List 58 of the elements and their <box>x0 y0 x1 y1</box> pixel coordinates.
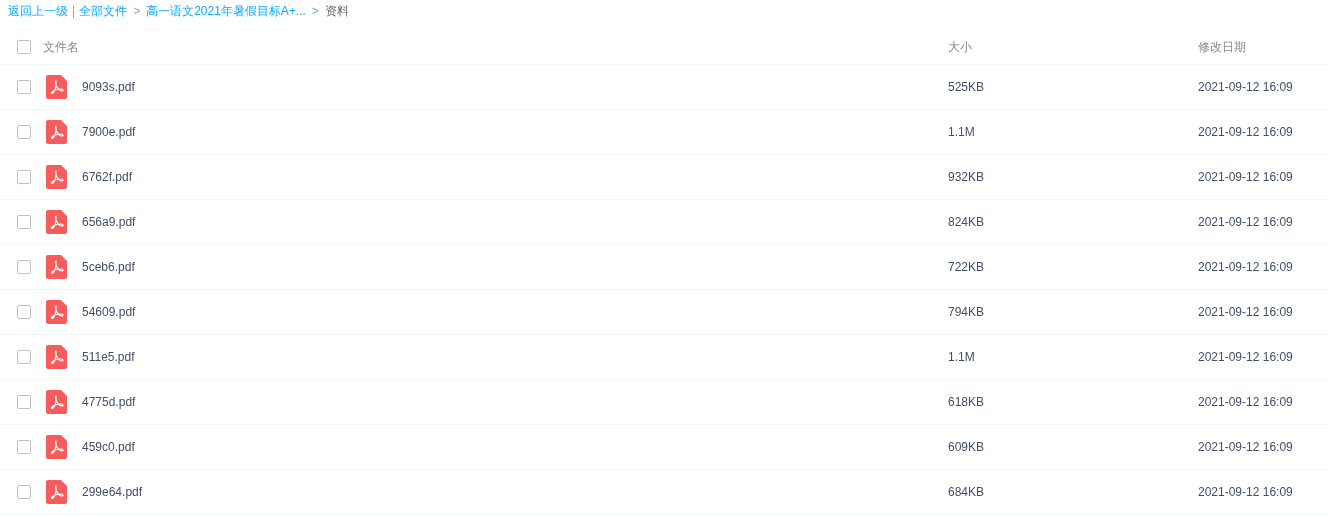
breadcrumb-separator: > <box>311 4 319 18</box>
modified-date: 2021-09-12 16:09 <box>1198 350 1293 364</box>
pdf-file-icon <box>46 165 67 189</box>
pdf-file-icon <box>46 345 67 369</box>
row-checkbox[interactable] <box>17 80 31 94</box>
file-size: 932KB <box>948 170 985 184</box>
file-size: 722KB <box>948 260 985 274</box>
file-size: 618KB <box>948 395 985 409</box>
modified-date: 2021-09-12 16:09 <box>1198 440 1293 454</box>
column-header[interactable]: 文件名 <box>43 38 79 56</box>
file-name[interactable]: 54609.pdf <box>82 305 136 319</box>
file-size: 824KB <box>948 215 985 229</box>
file-size: 525KB <box>948 80 985 94</box>
file-name[interactable]: 656a9.pdf <box>82 215 136 229</box>
file-size: 1.1M <box>948 350 975 364</box>
file-name[interactable]: 511e5.pdf <box>82 350 135 364</box>
modified-date: 2021-09-12 16:09 <box>1198 80 1293 94</box>
modified-date: 2021-09-12 16:09 <box>1198 260 1293 274</box>
row-checkbox[interactable] <box>17 350 31 364</box>
row-checkbox[interactable] <box>17 215 31 229</box>
file-name[interactable]: 6762f.pdf <box>82 170 133 184</box>
file-name[interactable]: 459c0.pdf <box>82 440 135 454</box>
file-size: 684KB <box>948 485 985 499</box>
file-name[interactable]: 7900e.pdf <box>82 125 136 139</box>
pdf-file-icon <box>46 390 67 414</box>
select-all-checkbox[interactable] <box>17 40 31 54</box>
pdf-file-icon <box>46 435 67 459</box>
modified-date: 2021-09-12 16:09 <box>1198 485 1293 499</box>
file-name[interactable]: 4775d.pdf <box>82 395 136 409</box>
file-name[interactable]: 299e64.pdf <box>82 485 143 499</box>
pdf-file-icon <box>46 75 67 99</box>
row-checkbox[interactable] <box>17 395 31 409</box>
row-checkbox[interactable] <box>17 260 31 274</box>
row-checkbox[interactable] <box>17 170 31 184</box>
pdf-file-icon <box>46 480 67 504</box>
pdf-file-icon <box>46 210 67 234</box>
file-name[interactable]: 9093s.pdf <box>82 80 135 94</box>
pdf-file-icon <box>46 255 67 279</box>
breadcrumb-separator: > <box>133 4 141 18</box>
pdf-file-icon <box>46 300 67 324</box>
modified-date: 2021-09-12 16:09 <box>1198 395 1293 409</box>
breadcrumb-current: 资料 <box>324 2 349 20</box>
file-name[interactable]: 5ceb6.pdf <box>82 260 135 274</box>
row-checkbox[interactable] <box>17 305 31 319</box>
modified-date: 2021-09-12 16:09 <box>1198 305 1293 319</box>
row-checkbox[interactable] <box>17 440 31 454</box>
modified-date: 2021-09-12 16:09 <box>1198 170 1293 184</box>
pdf-file-icon <box>46 120 67 144</box>
column-header[interactable]: 修改日期 <box>1198 38 1246 56</box>
row-checkbox[interactable] <box>17 125 31 139</box>
file-size: 794KB <box>948 305 985 319</box>
column-header[interactable]: 大小 <box>948 38 972 56</box>
modified-date: 2021-09-12 16:09 <box>1198 125 1293 139</box>
breadcrumb-divider: | <box>72 4 76 18</box>
file-size: 609KB <box>948 440 985 454</box>
modified-date: 2021-09-12 16:09 <box>1198 215 1293 229</box>
row-checkbox[interactable] <box>17 485 31 499</box>
file-size: 1.1M <box>948 125 975 139</box>
